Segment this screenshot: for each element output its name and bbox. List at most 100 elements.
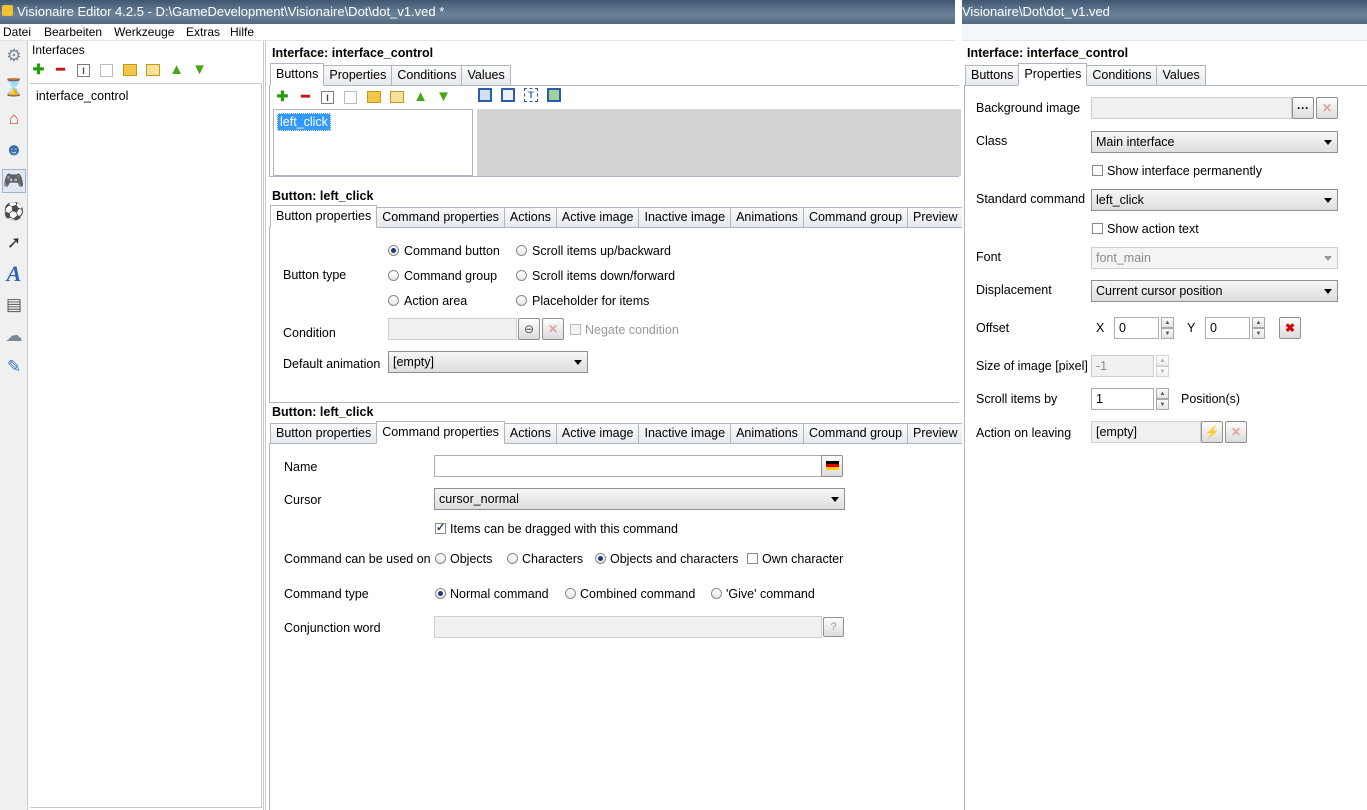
remove-icon[interactable]: ━ xyxy=(52,61,69,78)
radio-scroll-down[interactable] xyxy=(516,270,527,281)
browse-button[interactable]: ··· xyxy=(1292,97,1314,119)
ball-icon[interactable]: ⚽ xyxy=(2,200,26,224)
negate-condition-checkbox[interactable] xyxy=(570,324,581,335)
size-input[interactable]: -1 xyxy=(1091,355,1154,377)
cursor-select[interactable]: cursor_normal xyxy=(434,488,845,510)
text-area-icon[interactable]: T xyxy=(524,88,538,102)
clear-background-icon[interactable]: ✕ xyxy=(1316,97,1338,119)
font-select[interactable]: font_main xyxy=(1091,247,1338,269)
offset-x-spinner[interactable]: ▲ ▼ xyxy=(1161,317,1174,339)
action-leaving-field[interactable]: [empty] xyxy=(1091,421,1201,443)
tab-values[interactable]: Values xyxy=(461,65,511,86)
area-list-icon[interactable] xyxy=(501,88,515,102)
house-icon[interactable]: ⌂ xyxy=(2,107,26,131)
right-tab-buttons[interactable]: Buttons xyxy=(965,65,1020,86)
move-up-icon[interactable]: ▲ xyxy=(168,61,185,78)
import-icon[interactable] xyxy=(123,64,137,76)
tab-animations[interactable]: Animations xyxy=(730,207,804,228)
weather-cloud-icon[interactable]: ☁ xyxy=(2,324,26,348)
tab-button-properties[interactable]: Button properties xyxy=(270,205,378,228)
paste-button-icon[interactable] xyxy=(390,91,404,103)
menu-bearbeiten[interactable]: Bearbeiten xyxy=(44,25,102,39)
radio-command-group[interactable] xyxy=(388,270,399,281)
radio-objects[interactable] xyxy=(435,553,446,564)
tab-preview[interactable]: Preview xyxy=(907,207,964,228)
show-action-text-checkbox[interactable] xyxy=(1092,223,1103,234)
button-item[interactable]: left_click xyxy=(277,113,331,131)
tab2-command-properties[interactable]: Command properties xyxy=(376,421,505,444)
tab2-actions[interactable]: Actions xyxy=(503,423,557,444)
name-field[interactable] xyxy=(434,455,822,477)
tab2-inactive-image[interactable]: Inactive image xyxy=(638,423,732,444)
drag-checkbox[interactable] xyxy=(435,521,446,534)
tab-conditions[interactable]: Conditions xyxy=(391,65,463,86)
german-flag-icon[interactable] xyxy=(821,455,843,477)
radio-give-command[interactable] xyxy=(711,588,722,599)
offset-y-input[interactable]: 0 xyxy=(1205,317,1250,339)
cursor-arrow-icon[interactable]: ➚ xyxy=(2,231,26,255)
scroll-input[interactable]: 1 xyxy=(1091,388,1154,410)
move-down-button-icon[interactable]: ▼ xyxy=(435,88,452,105)
link-icon[interactable]: ⊖ xyxy=(518,318,540,340)
menu-hilfe[interactable]: Hilfe xyxy=(230,25,254,39)
font-a-icon[interactable]: A xyxy=(2,261,26,286)
default-animation-select[interactable]: [empty] xyxy=(388,351,588,373)
radio-action-area[interactable] xyxy=(388,295,399,306)
tab2-button-properties[interactable]: Button properties xyxy=(270,423,378,444)
scroll-spinner[interactable]: ▲ ▼ xyxy=(1156,388,1169,410)
character-icon[interactable]: ☻ xyxy=(2,138,26,162)
right-tab-conditions[interactable]: Conditions xyxy=(1086,65,1158,86)
clear-action-icon[interactable]: ✕ xyxy=(1225,421,1247,443)
offset-x-input[interactable]: 0 xyxy=(1114,317,1159,339)
rename-button-icon[interactable]: I xyxy=(321,91,334,104)
select-area-icon[interactable] xyxy=(478,88,492,102)
right-tab-properties[interactable]: Properties xyxy=(1018,63,1088,86)
radio-objects-and-characters[interactable] xyxy=(595,553,606,564)
standard-command-select[interactable]: left_click xyxy=(1091,189,1338,211)
add-button-icon[interactable]: ✚ xyxy=(274,88,291,105)
radio-placeholder[interactable] xyxy=(516,295,527,306)
tab2-command-group[interactable]: Command group xyxy=(802,423,909,444)
tab-active-image[interactable]: Active image xyxy=(555,207,640,228)
radio-normal-command[interactable] xyxy=(435,588,446,599)
size-spinner[interactable]: ▲ ▼ xyxy=(1156,355,1169,377)
menu-werkzeuge[interactable]: Werkzeuge xyxy=(114,25,174,39)
paste-icon[interactable] xyxy=(146,64,160,76)
move-down-icon[interactable]: ▼ xyxy=(191,61,208,78)
fit-area-icon[interactable] xyxy=(547,88,561,102)
lightning-icon[interactable]: ⚡ xyxy=(1201,421,1223,443)
displacement-select[interactable]: Current cursor position xyxy=(1091,280,1338,302)
menu-datei[interactable]: Datei xyxy=(3,25,31,39)
move-up-button-icon[interactable]: ▲ xyxy=(412,88,429,105)
conjunction-field[interactable] xyxy=(434,616,822,638)
reset-offset-icon[interactable]: ✖ xyxy=(1279,317,1301,339)
text-document-icon[interactable]: ▤ xyxy=(2,293,26,317)
condition-field[interactable] xyxy=(388,318,517,340)
own-character-checkbox[interactable] xyxy=(747,553,758,564)
tab-inactive-image[interactable]: Inactive image xyxy=(638,207,732,228)
tab-command-group[interactable]: Command group xyxy=(802,207,909,228)
rename-icon[interactable]: I xyxy=(77,64,90,77)
class-select[interactable]: Main interface xyxy=(1091,131,1338,153)
tab2-animations[interactable]: Animations xyxy=(730,423,804,444)
settings-gear-icon[interactable]: ⚙ xyxy=(2,44,26,68)
tab-properties[interactable]: Properties xyxy=(323,65,393,86)
tab2-preview[interactable]: Preview xyxy=(907,423,964,444)
tab2-active-image[interactable]: Active image xyxy=(555,423,640,444)
hourglass-icon[interactable]: ⌛ xyxy=(2,76,26,100)
add-icon[interactable]: ✚ xyxy=(30,61,47,78)
remove-button-icon[interactable]: ━ xyxy=(297,88,314,105)
scroll-script-icon[interactable]: ✎ xyxy=(2,355,26,379)
offset-y-spinner[interactable]: ▲ ▼ xyxy=(1252,317,1265,339)
background-image-field[interactable] xyxy=(1091,97,1292,119)
tab-buttons[interactable]: Buttons xyxy=(270,63,325,86)
radio-combined-command[interactable] xyxy=(565,588,576,599)
tab-actions[interactable]: Actions xyxy=(503,207,557,228)
radio-command-button[interactable] xyxy=(388,245,399,256)
help-icon[interactable]: ? xyxy=(823,617,844,637)
copy-button-icon[interactable] xyxy=(344,91,357,104)
clear-condition-icon[interactable]: ✕ xyxy=(542,318,564,340)
show-permanently-checkbox[interactable] xyxy=(1092,165,1103,176)
right-tab-values[interactable]: Values xyxy=(1156,65,1206,86)
tab-command-properties[interactable]: Command properties xyxy=(376,207,505,228)
